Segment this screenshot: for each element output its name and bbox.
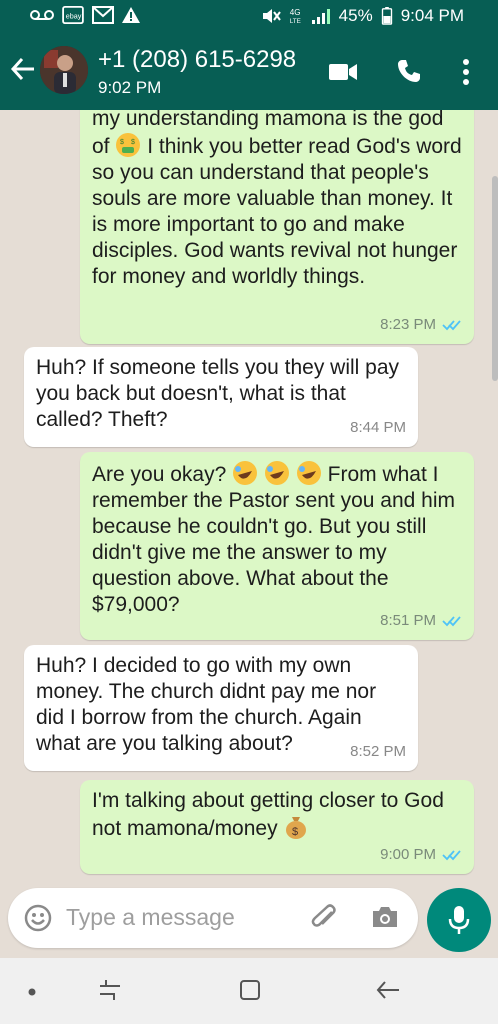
- back-icon[interactable]: [375, 978, 401, 1002]
- voicemail-icon: [30, 10, 54, 20]
- home-icon[interactable]: [238, 978, 262, 1002]
- svg-text:$: $: [131, 139, 135, 146]
- read-ticks-icon: [442, 850, 461, 861]
- message-outgoing[interactable]: my understanding mamona is the god of $ $…: [80, 110, 474, 344]
- mic-icon: [448, 906, 470, 934]
- message-outgoing[interactable]: Are you okay? From what I remember the P…: [80, 452, 474, 640]
- phone-icon[interactable]: [396, 58, 422, 84]
- video-call-icon[interactable]: [328, 62, 358, 82]
- clock: 9:04 PM: [400, 6, 464, 25]
- mic-button[interactable]: [427, 888, 491, 952]
- rolling-on-floor-laughing-emoji: [296, 461, 321, 485]
- read-ticks-icon: [442, 616, 461, 627]
- status-bar: ebay 4G LTE 45% 9:04 PM: [0, 0, 498, 34]
- message-incoming[interactable]: Huh? If someone tells you they will pay …: [24, 347, 418, 447]
- attach-icon[interactable]: [310, 904, 340, 932]
- signal-icon: [311, 9, 330, 24]
- battery-percent: 45%: [338, 6, 373, 25]
- message-time: 8:44 PM: [350, 419, 406, 436]
- svg-text:LTE: LTE: [289, 18, 300, 25]
- message-outgoing[interactable]: I'm talking about getting closer to God …: [80, 780, 474, 874]
- system-nav-bar: [0, 958, 498, 1024]
- message-time: 9:00 PM: [380, 846, 436, 863]
- message-input[interactable]: Type a message: [66, 904, 235, 931]
- ebay-icon: ebay: [62, 6, 84, 24]
- warning-icon: [122, 7, 140, 23]
- more-icon[interactable]: [462, 58, 470, 86]
- message-text: Are you okay?: [92, 463, 227, 486]
- emoji-icon[interactable]: [24, 904, 52, 932]
- message-text: I'm talking about getting closer to God …: [92, 789, 444, 840]
- nav-dot-icon[interactable]: [28, 988, 36, 996]
- message-text: I think you better read God's word so yo…: [92, 135, 462, 288]
- svg-text:$: $: [292, 826, 298, 838]
- svg-text:4G: 4G: [289, 8, 300, 17]
- svg-text:$: $: [120, 139, 124, 146]
- battery-icon: [381, 7, 392, 25]
- rolling-on-floor-laughing-emoji: [264, 461, 289, 485]
- message-incoming[interactable]: Huh? I decided to go with my own money. …: [24, 645, 418, 771]
- message-list[interactable]: my understanding mamona is the god of $ $…: [0, 110, 498, 890]
- contact-name[interactable]: +1 (208) 615-6298: [98, 46, 296, 74]
- message-composer[interactable]: Type a message: [8, 888, 418, 948]
- scrollbar[interactable]: [492, 176, 498, 381]
- message-time: 8:51 PM: [380, 612, 436, 629]
- gmail-icon: [92, 6, 114, 24]
- message-time: 8:52 PM: [350, 743, 406, 760]
- money-bag-emoji: $: [286, 817, 307, 839]
- recent-apps-icon[interactable]: [98, 978, 122, 1002]
- back-arrow-icon[interactable]: [10, 56, 36, 82]
- chat-header: +1 (208) 615-6298 9:02 PM: [0, 34, 498, 110]
- camera-icon[interactable]: [370, 904, 400, 930]
- money-mouth-face-emoji: $ $: [116, 133, 141, 157]
- read-ticks-icon: [442, 320, 461, 331]
- svg-text:ebay: ebay: [66, 12, 82, 21]
- message-time: 8:23 PM: [380, 316, 436, 333]
- 4g-lte-icon: 4GLTE: [289, 8, 300, 25]
- contact-avatar[interactable]: [40, 46, 88, 94]
- mute-icon: [262, 9, 281, 23]
- last-seen: 9:02 PM: [98, 78, 162, 97]
- rolling-on-floor-laughing-emoji: [233, 461, 258, 485]
